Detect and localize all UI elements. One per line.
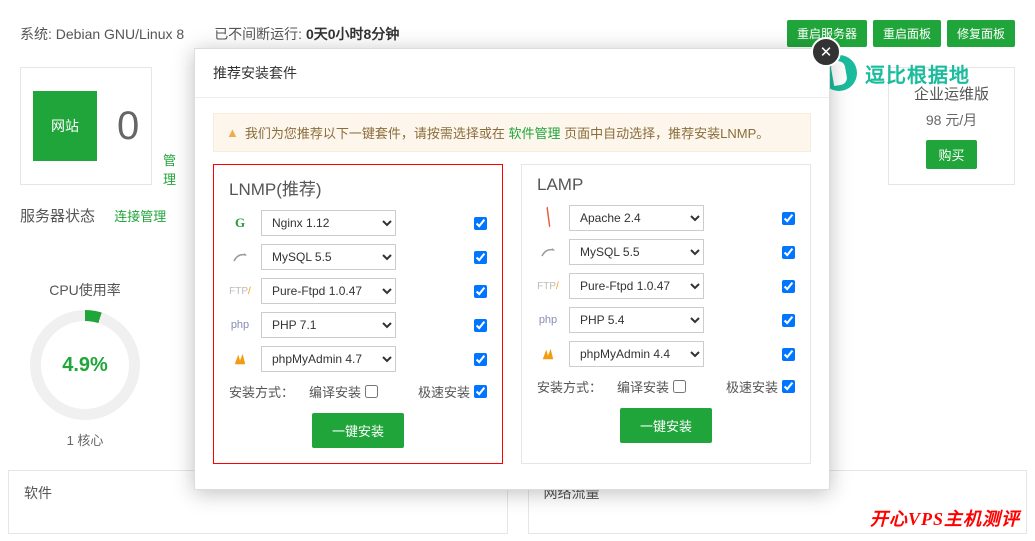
software-row: ╱ Apache 2.4 xyxy=(537,205,795,231)
software-select[interactable]: MySQL 5.5 xyxy=(569,239,704,265)
software-checkbox[interactable] xyxy=(474,217,487,230)
fast-checkbox[interactable] xyxy=(782,380,795,393)
software-select[interactable]: Pure-Ftpd 1.0.47 xyxy=(261,278,396,304)
stack-lnmp: LNMP(推荐) G Nginx 1.12 MySQL 5.5 FTP/Pure-Ftp… xyxy=(213,164,503,464)
logo-text: 逗比根据地 xyxy=(865,59,970,88)
software-select[interactable]: PHP 5.4 xyxy=(569,307,704,333)
software-row: phpMyAdmin 4.4 xyxy=(537,341,795,367)
uptime: 已不间断运行: 0天0小时8分钟 xyxy=(214,24,399,44)
system-label: 系统: Debian GNU/Linux 8 xyxy=(20,24,184,44)
logo-block: 逗比根据地 xyxy=(821,55,970,91)
software-checkbox[interactable] xyxy=(474,353,487,366)
restart-panel-button[interactable]: 重启面板 xyxy=(873,20,941,47)
ftp-icon: FTP/ xyxy=(537,281,559,292)
nginx-icon: G xyxy=(229,215,251,231)
mysql-icon xyxy=(537,244,559,260)
watermark-red: 开心VPS主机测评 xyxy=(870,505,1020,531)
software-select[interactable]: Nginx 1.12 xyxy=(261,210,396,236)
install-button[interactable]: 一键安装 xyxy=(312,413,404,448)
software-select[interactable]: phpMyAdmin 4.7 xyxy=(261,346,396,372)
software-row: phpMyAdmin 4.7 xyxy=(229,346,487,372)
cpu-title: CPU使用率 xyxy=(30,280,140,300)
tip-link[interactable]: 软件管理 xyxy=(509,126,561,141)
software-checkbox[interactable] xyxy=(474,251,487,264)
site-stat-tag: 网站 xyxy=(33,91,97,161)
fast-checkbox[interactable] xyxy=(474,385,487,398)
install-mode-label: 安装方式： xyxy=(537,377,602,396)
install-button[interactable]: 一键安装 xyxy=(620,408,712,443)
fast-install-option[interactable]: 极速安装 xyxy=(418,382,487,401)
stack-title: LNMP(推荐) xyxy=(229,175,487,200)
phpmyadmin-icon xyxy=(229,352,251,366)
software-row: FTP/Pure-Ftpd 1.0.47 xyxy=(537,273,795,299)
tip-text-prefix: 我们为您推荐以下一键套件，请按需选择或在 xyxy=(245,126,505,141)
software-select[interactable]: phpMyAdmin 4.4 xyxy=(569,341,704,367)
buy-button[interactable]: 购买 xyxy=(926,140,976,169)
system-value: Debian GNU/Linux 8 xyxy=(56,26,184,42)
software-row: MySQL 5.5 xyxy=(537,239,795,265)
software-row: FTP/Pure-Ftpd 1.0.47 xyxy=(229,278,487,304)
install-mode-row: 安装方式： 编译安装 极速安装 xyxy=(229,382,487,401)
software-select[interactable]: Apache 2.4 xyxy=(569,205,704,231)
install-mode-row: 安装方式： 编译安装 极速安装 xyxy=(537,377,795,396)
compile-checkbox[interactable] xyxy=(673,380,686,393)
modal-title: 推荐安装套件 xyxy=(195,49,829,98)
close-button[interactable]: ✕ xyxy=(811,37,841,67)
site-manage-link[interactable]: 管理 xyxy=(163,150,176,188)
software-row: MySQL 5.5 xyxy=(229,244,487,270)
php-icon: php xyxy=(537,314,559,326)
warn-icon: ▲ xyxy=(226,125,239,140)
software-checkbox[interactable] xyxy=(782,212,795,225)
software-checkbox[interactable] xyxy=(474,319,487,332)
compile-checkbox[interactable] xyxy=(365,385,378,398)
software-row: php PHP 7.1 xyxy=(229,312,487,338)
compile-install-option[interactable]: 编译安装 xyxy=(309,382,378,401)
fast-install-option[interactable]: 极速安装 xyxy=(726,377,795,396)
top-bar: 系统: Debian GNU/Linux 8 已不间断运行: 0天0小时8分钟 … xyxy=(20,20,1015,47)
cpu-cores: 1 核心 xyxy=(30,430,140,449)
software-row: php PHP 5.4 xyxy=(537,307,795,333)
site-stat-card: 网站 0 管理 xyxy=(20,67,152,185)
software-select[interactable]: Pure-Ftpd 1.0.47 xyxy=(569,273,704,299)
software-checkbox[interactable] xyxy=(474,285,487,298)
software-checkbox[interactable] xyxy=(782,348,795,361)
tip-text-suffix: 页面中自动选择，推荐安装LNMP。 xyxy=(564,126,769,141)
software-checkbox[interactable] xyxy=(782,246,795,259)
tip-bar: ▲ 我们为您推荐以下一键套件，请按需选择或在 软件管理 页面中自动选择，推荐安装… xyxy=(213,113,811,152)
software-select[interactable]: MySQL 5.5 xyxy=(261,244,396,270)
stack-row: LNMP(推荐) G Nginx 1.12 MySQL 5.5 FTP/Pure-Ftp… xyxy=(195,164,829,489)
cpu-percent: 4.9% xyxy=(41,321,129,409)
stack-title: LAMP xyxy=(537,175,795,195)
install-mode-label: 安装方式： xyxy=(229,382,294,401)
ftp-icon: FTP/ xyxy=(229,286,251,297)
php-icon: php xyxy=(229,319,251,331)
install-modal: ✕ 推荐安装套件 ▲ 我们为您推荐以下一键套件，请按需选择或在 软件管理 页面中… xyxy=(194,48,830,490)
site-stat-value: 0 xyxy=(117,104,139,149)
compile-install-option[interactable]: 编译安装 xyxy=(617,377,686,396)
apache-icon: ╱ xyxy=(535,205,562,232)
software-row: G Nginx 1.12 xyxy=(229,210,487,236)
software-checkbox[interactable] xyxy=(782,280,795,293)
repair-panel-button[interactable]: 修复面板 xyxy=(947,20,1015,47)
cpu-block: CPU使用率 4.9% 1 核心 xyxy=(30,280,140,449)
cpu-donut-chart: 4.9% xyxy=(30,310,140,420)
phpmyadmin-icon xyxy=(537,347,559,361)
stack-lamp: LAMP ╱ Apache 2.4 MySQL 5.5 FTP/Pure-Ftpd 1.… xyxy=(521,164,811,464)
uptime-value: 0天0小时8分钟 xyxy=(306,26,399,42)
mysql-icon xyxy=(229,249,251,265)
software-checkbox[interactable] xyxy=(782,314,795,327)
enterprise-price: 98 元/月 xyxy=(914,110,989,130)
connection-manage-link[interactable]: 连接管理 xyxy=(114,209,166,224)
software-select[interactable]: PHP 7.1 xyxy=(261,312,396,338)
